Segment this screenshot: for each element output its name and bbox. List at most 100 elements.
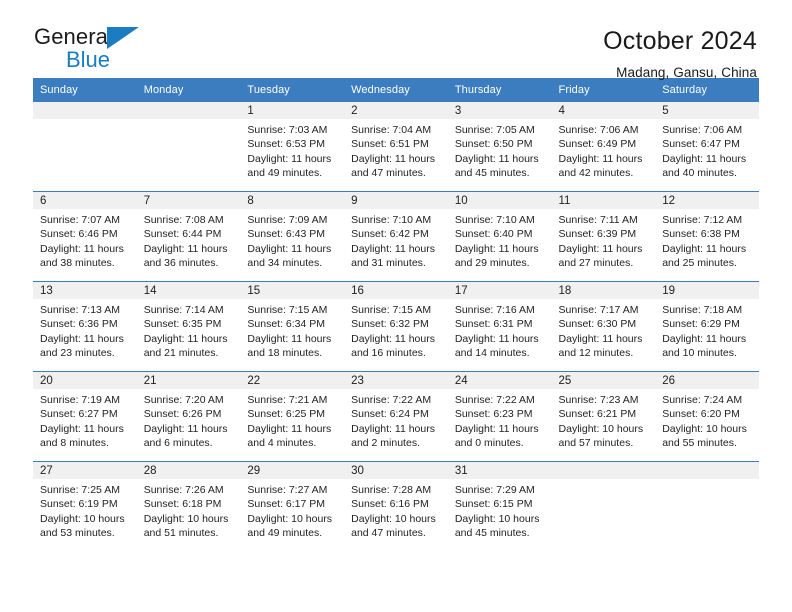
calendar-day-cell[interactable]: 21 Sunrise: 7:20 AM Sunset: 6:26 PM Dayligh… (136, 371, 241, 462)
weekday-header-wednesday: Wednesday (344, 78, 448, 102)
sunrise-text: Sunrise: 7:17 AM (558, 304, 639, 316)
daylight-text: Daylight: 11 hours (143, 422, 228, 435)
daylight-text: and 45 minutes. (454, 167, 530, 180)
calendar-day-cell[interactable]: 3 Sunrise: 7:05 AM Sunset: 6:50 PM Daylight… (447, 102, 552, 192)
calendar-day-cell[interactable]: 13 Sunrise: 7:13 AM Sunset: 6:36 PM Dayligh… (33, 281, 137, 372)
calendar-day-cell-empty (136, 102, 241, 192)
day-details: Sunrise: 7:10 AM Sunset: 6:42 PM Daylight:… (344, 209, 448, 271)
calendar-day-cell[interactable]: 23 Sunrise: 7:22 AM Sunset: 6:24 PM Dayligh… (344, 371, 448, 462)
day-number: 3 (447, 102, 552, 119)
calendar-day-cell[interactable]: 24 Sunrise: 7:22 AM Sunset: 6:23 PM Dayligh… (447, 371, 552, 462)
calendar-day-cell[interactable]: 31 Sunrise: 7:29 AM Sunset: 6:15 PM Dayligh… (447, 461, 552, 551)
calendar-day-cell[interactable]: 12 Sunrise: 7:12 AM Sunset: 6:38 PM Dayligh… (655, 191, 759, 282)
daylight-text: Daylight: 10 hours (662, 422, 747, 435)
day-details: Sunrise: 7:04 AM Sunset: 6:51 PM Daylight:… (344, 119, 448, 181)
day-number: 5 (655, 102, 759, 119)
calendar-day-cell[interactable]: 6 Sunrise: 7:07 AM Sunset: 6:46 PM Daylight… (33, 191, 137, 282)
day-details: Sunrise: 7:03 AM Sunset: 6:53 PM Daylight:… (240, 119, 344, 181)
calendar-day-cell[interactable]: 7 Sunrise: 7:08 AM Sunset: 6:44 PM Daylight… (136, 191, 241, 282)
day-details: Sunrise: 7:07 AM Sunset: 6:46 PM Daylight:… (33, 209, 137, 271)
calendar-day-cell[interactable]: 22 Sunrise: 7:21 AM Sunset: 6:25 PM Dayligh… (240, 371, 345, 462)
sunrise-text: Sunrise: 7:13 AM (40, 304, 120, 316)
day-number: 9 (344, 192, 448, 209)
day-number: 22 (240, 372, 345, 389)
day-details: Sunrise: 7:26 AM Sunset: 6:18 PM Daylight:… (137, 479, 241, 541)
day-details: Sunrise: 7:15 AM Sunset: 6:32 PM Daylight:… (344, 299, 448, 361)
calendar-day-cell[interactable]: 14 Sunrise: 7:14 AM Sunset: 6:35 PM Dayligh… (136, 281, 241, 372)
calendar-day-cell[interactable]: 11 Sunrise: 7:11 AM Sunset: 6:39 PM Dayligh… (551, 191, 656, 282)
general-blue-logo[interactable]: General Blue (33, 26, 163, 78)
calendar-day-cell[interactable]: 18 Sunrise: 7:17 AM Sunset: 6:30 PM Dayligh… (551, 281, 656, 372)
calendar-day-cell[interactable]: 10 Sunrise: 7:10 AM Sunset: 6:40 PM Dayligh… (447, 191, 552, 282)
day-details: Sunrise: 7:19 AM Sunset: 6:27 PM Daylight:… (33, 389, 137, 451)
daylight-text: and 55 minutes. (662, 437, 737, 450)
daylight-text: Daylight: 11 hours (40, 242, 124, 255)
day-number: 28 (136, 462, 241, 479)
calendar-day-cell[interactable]: 1 Sunrise: 7:03 AM Sunset: 6:53 PM Daylight… (240, 102, 345, 192)
calendar-day-cell[interactable]: 28 Sunrise: 7:26 AM Sunset: 6:18 PM Dayligh… (136, 461, 241, 551)
daylight-text: Daylight: 10 hours (40, 512, 125, 525)
day-details: Sunrise: 7:06 AM Sunset: 6:49 PM Daylight:… (552, 119, 656, 181)
calendar-day-cell[interactable]: 30 Sunrise: 7:28 AM Sunset: 6:16 PM Dayligh… (344, 461, 448, 551)
daylight-text: Daylight: 11 hours (454, 152, 539, 165)
daylight-text: Daylight: 11 hours (247, 152, 332, 165)
calendar-day-cell[interactable]: 9 Sunrise: 7:10 AM Sunset: 6:42 PM Daylight… (344, 191, 448, 282)
sunset-text: Sunset: 6:32 PM (351, 318, 429, 331)
daylight-text: Daylight: 10 hours (351, 512, 436, 525)
weekday-header-friday: Friday (551, 78, 656, 102)
daylight-text: and 49 minutes. (247, 527, 323, 540)
day-number: 2 (344, 102, 448, 119)
daylight-text: and 8 minutes. (40, 437, 109, 450)
daylight-text: and 27 minutes. (558, 257, 634, 270)
calendar-day-cell[interactable]: 26 Sunrise: 7:24 AM Sunset: 6:20 PM Dayligh… (655, 371, 759, 462)
calendar-day-cell-empty (551, 461, 656, 551)
calendar-week-row: 1 Sunrise: 7:03 AM Sunset: 6:53 PM Daylight… (33, 102, 759, 192)
sunrise-text: Sunrise: 7:04 AM (351, 124, 432, 136)
logo-text-blue: Blue (66, 47, 111, 72)
day-number: 24 (447, 372, 552, 389)
calendar-day-cell[interactable]: 16 Sunrise: 7:15 AM Sunset: 6:32 PM Dayligh… (344, 281, 448, 372)
calendar-day-cell[interactable]: 19 Sunrise: 7:18 AM Sunset: 6:29 PM Dayligh… (655, 281, 759, 372)
daylight-text: Daylight: 11 hours (662, 332, 747, 345)
calendar-day-cell[interactable]: 17 Sunrise: 7:16 AM Sunset: 6:31 PM Dayligh… (447, 281, 552, 372)
calendar-day-cell[interactable]: 2 Sunrise: 7:04 AM Sunset: 6:51 PM Daylight… (344, 102, 448, 192)
day-number: 7 (136, 192, 241, 209)
sunrise-text: Sunrise: 7:24 AM (662, 394, 743, 406)
sunset-text: Sunset: 6:30 PM (558, 318, 637, 331)
day-details: Sunrise: 7:21 AM Sunset: 6:25 PM Daylight:… (240, 389, 344, 451)
sunrise-text: Sunrise: 7:29 AM (454, 484, 535, 496)
day-details (137, 119, 241, 123)
sunrise-text: Sunrise: 7:28 AM (351, 484, 432, 496)
day-number: 15 (240, 282, 345, 299)
daylight-text: and 40 minutes. (662, 167, 737, 180)
day-details: Sunrise: 7:25 AM Sunset: 6:19 PM Daylight:… (33, 479, 137, 541)
daylight-text: and 10 minutes. (662, 347, 737, 360)
daylight-text: Daylight: 11 hours (351, 152, 435, 165)
daylight-text: and 45 minutes. (454, 527, 530, 540)
sunset-text: Sunset: 6:21 PM (558, 408, 637, 421)
sunset-text: Sunset: 6:19 PM (40, 498, 118, 511)
sunrise-text: Sunrise: 7:06 AM (662, 124, 743, 136)
sunset-text: Sunset: 6:44 PM (143, 228, 222, 241)
day-details: Sunrise: 7:08 AM Sunset: 6:44 PM Daylight:… (137, 209, 241, 271)
calendar-day-cell[interactable]: 25 Sunrise: 7:23 AM Sunset: 6:21 PM Dayligh… (551, 371, 656, 462)
calendar-day-cell[interactable]: 15 Sunrise: 7:15 AM Sunset: 6:34 PM Dayligh… (240, 281, 345, 372)
daylight-text: and 36 minutes. (143, 257, 219, 270)
sunset-text: Sunset: 6:40 PM (454, 228, 533, 241)
daylight-text: and 23 minutes. (40, 347, 115, 360)
daylight-text: and 16 minutes. (351, 347, 426, 360)
day-number: 21 (136, 372, 241, 389)
daylight-text: and 25 minutes. (662, 257, 737, 270)
calendar-day-cell[interactable]: 20 Sunrise: 7:19 AM Sunset: 6:27 PM Dayligh… (33, 371, 137, 462)
day-details: Sunrise: 7:13 AM Sunset: 6:36 PM Daylight:… (33, 299, 137, 361)
weekday-header-thursday: Thursday (447, 78, 552, 102)
sunrise-text: Sunrise: 7:11 AM (558, 214, 638, 226)
calendar-day-cell[interactable]: 27 Sunrise: 7:25 AM Sunset: 6:19 PM Dayligh… (33, 461, 137, 551)
calendar-day-cell[interactable]: 8 Sunrise: 7:09 AM Sunset: 6:43 PM Daylight… (240, 191, 345, 282)
calendar-day-cell[interactable]: 5 Sunrise: 7:06 AM Sunset: 6:47 PM Daylight… (655, 102, 759, 192)
sunset-text: Sunset: 6:34 PM (247, 318, 326, 331)
daylight-text: and 53 minutes. (40, 527, 115, 540)
day-details: Sunrise: 7:17 AM Sunset: 6:30 PM Daylight:… (552, 299, 656, 361)
calendar-day-cell[interactable]: 4 Sunrise: 7:06 AM Sunset: 6:49 PM Daylight… (551, 102, 656, 192)
calendar-day-cell[interactable]: 29 Sunrise: 7:27 AM Sunset: 6:17 PM Dayligh… (240, 461, 345, 551)
